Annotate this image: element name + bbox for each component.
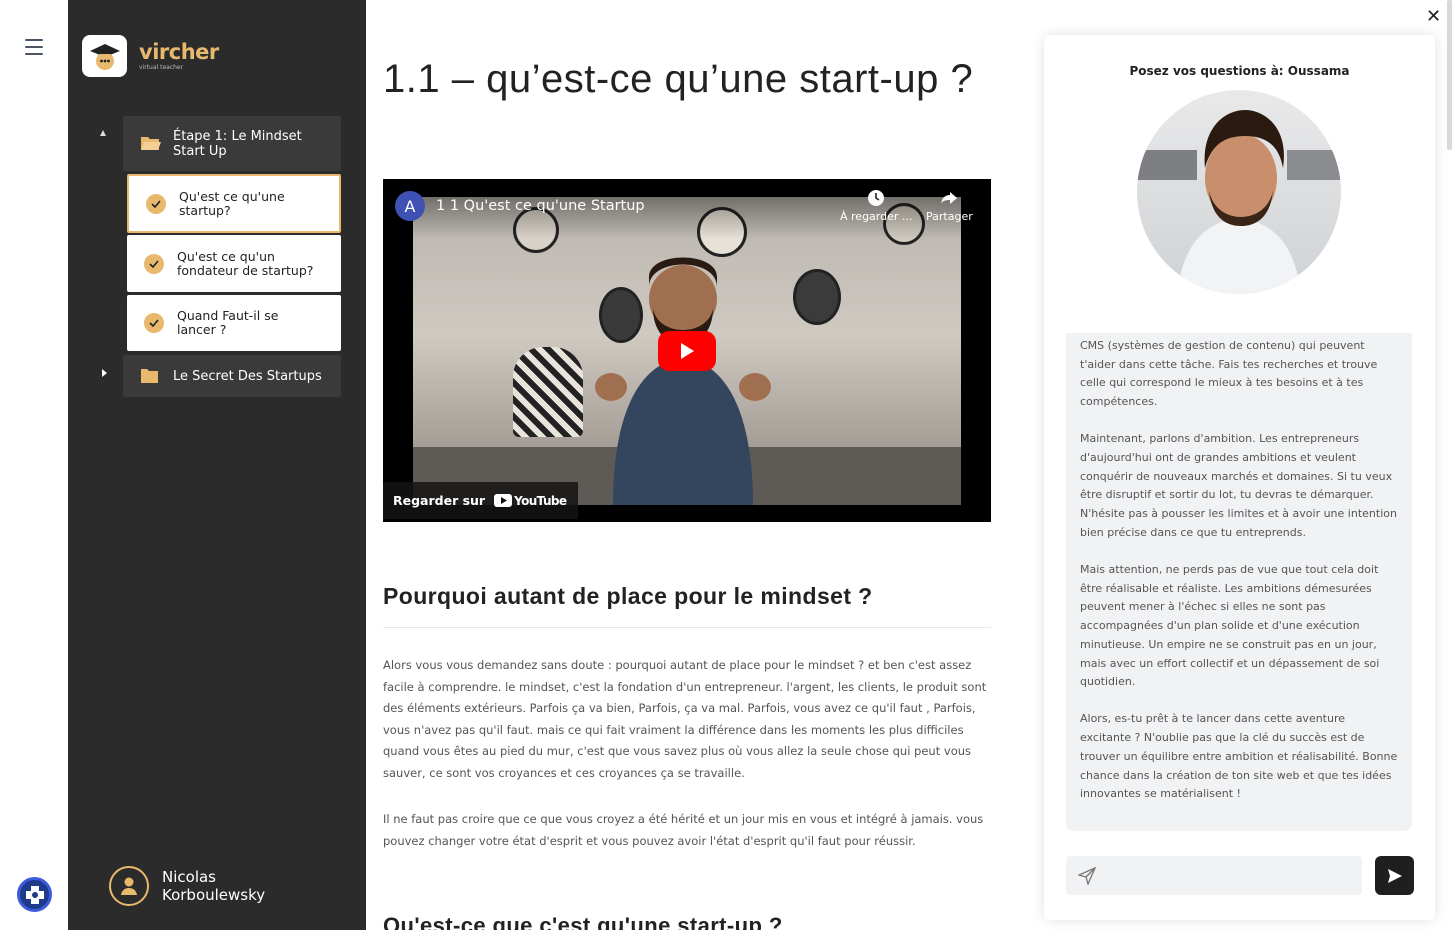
folder-open-icon — [140, 135, 162, 152]
chat-title: Posez vos questions à: Oussama — [1129, 64, 1350, 78]
share-label: Partager — [926, 210, 973, 223]
lesson-item-startup[interactable]: Qu'est ce qu'une startup? — [127, 174, 341, 233]
lesson-item-founder[interactable]: Qu'est ce qu'un fondateur de startup? — [127, 235, 341, 292]
module-item-secret[interactable]: Le Secret Des Startups — [123, 355, 341, 397]
send-button[interactable] — [1375, 856, 1414, 895]
lesson-content: 1.1 – qu’est-ce qu’une start-up ? A 1 1 … — [383, 0, 993, 930]
logo-tagline: virtual teacher — [139, 64, 184, 71]
chat-message: CMS (systèmes de gestion de contenu) qui… — [1080, 339, 1378, 409]
chat-message: Mais attention, ne perds pas de vue que … — [1080, 563, 1380, 689]
lesson-label: Qu'est ce qu'un fondateur de startup? — [177, 248, 314, 278]
channel-avatar[interactable]: A — [395, 191, 425, 221]
user-icon — [109, 866, 149, 906]
chat-message: Alors, es-tu prêt à te lancer dans cette… — [1080, 712, 1398, 801]
chat-panel: Posez vos questions à: Oussama CMS (syst… — [1044, 35, 1435, 920]
lesson-label: Quand Faut-il se lancer ? — [177, 308, 279, 337]
video-title[interactable]: 1 1 Qu'est ce qu'une Startup — [436, 198, 645, 214]
app-root: vircher virtual teacher Étape 1: Le Mind… — [0, 0, 1452, 930]
logo[interactable]: vircher virtual teacher — [82, 35, 219, 77]
logo-icon — [82, 35, 127, 77]
chat-input[interactable] — [1106, 868, 1362, 883]
play-icon — [681, 343, 694, 359]
support-widget-icon[interactable] — [17, 877, 52, 912]
watch-later-button[interactable]: À regarder ... — [840, 189, 912, 223]
lesson-item-when-to-launch[interactable]: Quand Faut-il se lancer ? — [127, 295, 341, 351]
divider — [383, 627, 991, 628]
logo-name: vircher — [139, 40, 219, 64]
paper-plane-icon — [1078, 866, 1096, 885]
play-button[interactable] — [658, 331, 716, 371]
clock-icon — [868, 190, 885, 206]
teacher-avatar — [1137, 90, 1341, 294]
close-icon[interactable]: ✕ — [1426, 8, 1441, 26]
module-label: Étape 1: Le Mindset Start Up — [173, 128, 302, 159]
watch-on-youtube-button[interactable]: Regarder sur YouTube — [383, 482, 579, 519]
section-title: Qu'est-ce que c'est qu'une start-up ? — [383, 913, 783, 930]
check-icon — [146, 193, 166, 214]
video-player[interactable]: A 1 1 Qu'est ce qu'une Startup À regarde… — [383, 179, 991, 522]
watch-later-label: À regarder ... — [840, 210, 913, 223]
chat-input-wrapper[interactable] — [1066, 856, 1362, 895]
lesson-label: Qu'est ce qu'une startup? — [179, 188, 285, 218]
paragraph: Il ne faut pas croire que ce que vous cr… — [383, 812, 984, 848]
expand-caret-icon[interactable] — [100, 130, 106, 136]
folder-icon — [140, 368, 162, 384]
user-name: Nicolas Korboulewsky — [162, 868, 266, 904]
share-icon — [941, 192, 958, 204]
left-rail — [0, 0, 68, 930]
paragraph: Alors vous vous demandez sans doute : po… — [383, 658, 987, 780]
youtube-label: YouTube — [514, 493, 567, 508]
watch-on-label: Regarder sur — [393, 493, 486, 508]
collapse-caret-icon[interactable] — [102, 369, 107, 377]
youtube-logo: YouTube — [494, 493, 567, 508]
check-icon — [144, 313, 164, 333]
hamburger-icon[interactable] — [25, 39, 43, 55]
module-label: Le Secret Des Startups — [173, 368, 322, 384]
send-icon — [1387, 868, 1402, 883]
page-scrollbar[interactable] — [1447, 0, 1452, 150]
user-profile[interactable]: Nicolas Korboulewsky — [109, 866, 282, 906]
youtube-icon — [494, 494, 513, 507]
section-title: Pourquoi autant de place pour le mindset… — [383, 583, 873, 609]
chat-message: Maintenant, parlons d'ambition. Les entr… — [1080, 432, 1397, 539]
module-item-mindset[interactable]: Étape 1: Le Mindset Start Up — [123, 116, 341, 171]
share-button[interactable]: Partager — [926, 189, 973, 223]
check-icon — [144, 253, 164, 274]
message-list[interactable]: CMS (systèmes de gestion de contenu) qui… — [1066, 333, 1412, 831]
page-title: 1.1 – qu’est-ce qu’une start-up ? — [383, 57, 974, 101]
